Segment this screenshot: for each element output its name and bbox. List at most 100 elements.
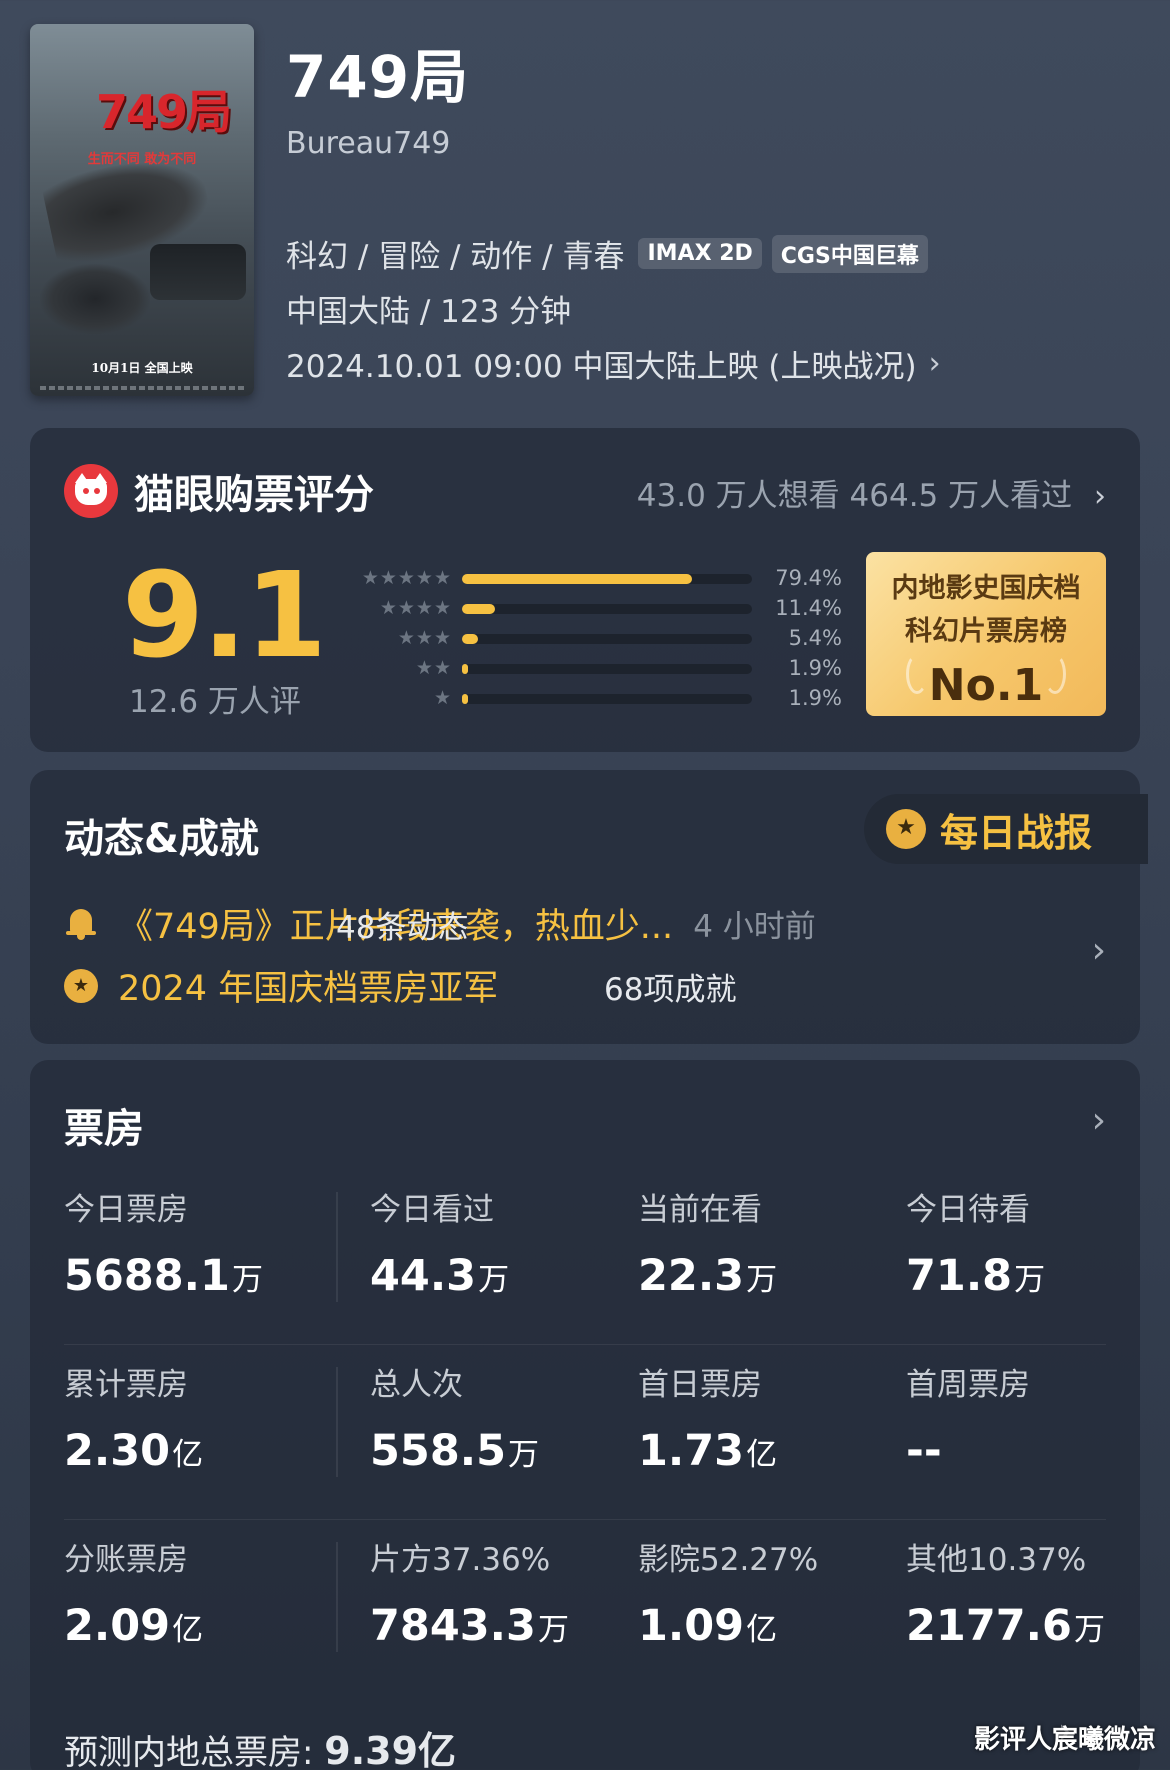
star-icons: ★★: [415, 657, 452, 679]
box-office-title: 票房: [64, 1106, 144, 1152]
dynamics-card: 动态&成就 每日战报 《749局》正片片段来袭，热血少... 4 小时前 202…: [30, 770, 1148, 1044]
poster-credits: [40, 386, 244, 390]
release-text: 2024.10.01 09:00 中国大陆上映 (上映战况): [286, 349, 917, 385]
stat-label: 今日待看: [906, 1192, 1030, 1228]
box-office-grid: 今日票房 5688.1万 今日看过 44.3万 当前在看 22.3万 今日待看 …: [64, 1170, 1106, 1695]
stat-label: 累计票房: [64, 1367, 188, 1403]
distribution-track: [462, 604, 752, 614]
stat-value: 1.73亿: [638, 1426, 778, 1476]
rank-number: No.1: [928, 660, 1044, 711]
poster-creature-ground: [40, 264, 150, 334]
chevron-right-icon: ›: [928, 346, 941, 381]
distribution-track: [462, 574, 752, 584]
stat-label: 总人次: [370, 1367, 463, 1403]
distribution-percent: 11.4%: [775, 596, 842, 620]
medal-icon: [64, 968, 98, 1003]
chevron-right-icon[interactable]: ›: [1092, 1100, 1106, 1141]
rating-distribution: ★★★★★ 79.4% ★★★★ 11.4% ★★★ 5.4% ★★ 1.9% …: [352, 566, 872, 716]
genres: 科幻 / 冒险 / 动作 / 青春: [286, 239, 625, 275]
stat-value: 2.09亿: [64, 1601, 204, 1651]
stat-other-share: 其他10.37% 2177.6万: [906, 1534, 1105, 1651]
movie-poster[interactable]: 749局 生而不同 敢为不同 10月1日 全国上映: [30, 24, 254, 396]
distribution-percent: 79.4%: [775, 566, 842, 590]
chevron-right-icon: ›: [1094, 479, 1106, 514]
divider: [336, 1367, 340, 1477]
poster-logo: 749局: [96, 85, 232, 139]
badge-imax: IMAX 2D: [638, 238, 762, 269]
chevron-right-icon[interactable]: ›: [1092, 930, 1106, 971]
distribution-row: ★ 1.9%: [352, 686, 872, 716]
rating-card: 猫眼购票评分 43.0 万人想看 464.5 万人看过 › 9.1 12.6 万…: [30, 428, 1140, 752]
prediction-label: 预测内地总票房:: [64, 1733, 314, 1770]
rank-badge[interactable]: 内地影史国庆档 科幻片票房榜 No.1: [866, 552, 1106, 716]
distribution-track: [462, 664, 752, 674]
distribution-row: ★★★★★ 79.4%: [352, 566, 872, 596]
badge-cgs: CGS中国巨幕: [771, 234, 928, 273]
stat-total-gross: 累计票房 2.30亿: [64, 1359, 203, 1476]
dynamics-title: 动态&成就: [64, 816, 259, 862]
movie-title: 749局: [286, 43, 470, 111]
divider: [336, 1192, 340, 1302]
watermark: 影评人宸曦微凉: [973, 1725, 1156, 1755]
stat-value: 2177.6万: [906, 1601, 1105, 1651]
distribution-bar: [462, 574, 693, 584]
stat-label: 分账票房: [64, 1542, 188, 1578]
achievement-item[interactable]: 2024 年国庆档票房亚军: [64, 960, 498, 1011]
stat-value: 71.8万: [906, 1251, 1046, 1301]
stat-value: 558.5万: [370, 1426, 540, 1476]
stat-label: 影院52.27%: [638, 1542, 819, 1578]
distribution-row: ★★★ 5.4%: [352, 626, 872, 656]
stat-cinema-share: 影院52.27% 1.09亿: [638, 1534, 818, 1651]
medal-icon: [886, 809, 926, 849]
achievement-text: 2024 年国庆档票房亚军: [118, 969, 499, 1009]
star-icons: ★★★★★: [361, 567, 452, 589]
stat-label: 片方37.36%: [370, 1542, 551, 1578]
stat-label: 首周票房: [906, 1367, 1030, 1403]
rating-title: 猫眼购票评分: [134, 472, 374, 518]
stat-value: 44.3万: [370, 1251, 510, 1301]
rank-line-1: 内地影史国庆档: [891, 573, 1081, 604]
release-info[interactable]: 2024.10.01 09:00 中国大陆上映 (上映战况) ›: [286, 336, 941, 391]
poster-car: [150, 244, 246, 300]
news-count[interactable]: 48条动态: [336, 902, 1074, 947]
stat-split-gross: 分账票房 2.09亿: [64, 1534, 203, 1651]
rating-header: 猫眼购票评分: [64, 462, 374, 520]
stat-today-pending: 今日待看 71.8万: [906, 1184, 1045, 1301]
stat-today-gross: 今日票房 5688.1万: [64, 1184, 263, 1301]
distribution-row: ★★★★ 11.4%: [352, 596, 872, 626]
star-icons: ★★★★: [379, 597, 452, 619]
prediction[interactable]: 预测内地总票房: 9.39亿: [64, 1720, 456, 1770]
box-office-card: 票房 › 今日票房 5688.1万 今日看过 44.3万 当前在看 22.3万 …: [30, 1060, 1140, 1770]
maoyan-cat-icon: [64, 464, 118, 518]
stat-total-admissions: 总人次 558.5万: [370, 1359, 539, 1476]
distribution-track: [462, 634, 752, 644]
title-block: 749局 Bureau749: [286, 30, 469, 161]
distribution-percent: 1.9%: [788, 686, 842, 710]
rating-count: 12.6 万人评: [129, 684, 301, 720]
distribution-bar: [462, 604, 496, 614]
rating-score: 9.1: [122, 546, 327, 684]
stats-row: 今日票房 5688.1万 今日看过 44.3万 当前在看 22.3万 今日待看 …: [64, 1170, 1106, 1345]
audience-stats[interactable]: 43.0 万人想看 464.5 万人看过 ›: [637, 470, 1106, 515]
stat-first-day: 首日票房 1.73亿: [638, 1359, 777, 1476]
daily-report-button[interactable]: 每日战报: [864, 794, 1148, 864]
stat-label: 首日票房: [638, 1367, 762, 1403]
stats-row: 累计票房 2.30亿 总人次 558.5万 首日票房 1.73亿 首周票房 --: [64, 1345, 1106, 1520]
distribution-row: ★★ 1.9%: [352, 656, 872, 686]
stat-label: 当前在看: [638, 1192, 762, 1228]
distribution-track: [462, 694, 752, 704]
stat-label: 今日票房: [64, 1192, 188, 1228]
daily-report-label: 每日战报: [940, 810, 1093, 855]
genre-line: 科幻 / 冒险 / 动作 / 青春 IMAX 2D CGS中国巨幕: [286, 226, 941, 281]
achievement-count[interactable]: 68项成就: [604, 964, 1074, 1009]
prediction-value: 9.39亿: [324, 1729, 457, 1770]
stat-today-watched: 今日看过 44.3万: [370, 1184, 509, 1301]
stat-producer-share: 片方37.36% 7843.3万: [370, 1534, 569, 1651]
distribution-bar: [462, 694, 468, 704]
movie-info: 科幻 / 冒险 / 动作 / 青春 IMAX 2D CGS中国巨幕 中国大陆 /…: [286, 226, 941, 391]
stat-value: 5688.1万: [64, 1251, 263, 1301]
distribution-bar: [462, 664, 468, 674]
stat-label: 其他10.37%: [906, 1542, 1087, 1578]
laurel-left-icon: [906, 654, 928, 694]
movie-english-title: Bureau749: [286, 126, 451, 161]
